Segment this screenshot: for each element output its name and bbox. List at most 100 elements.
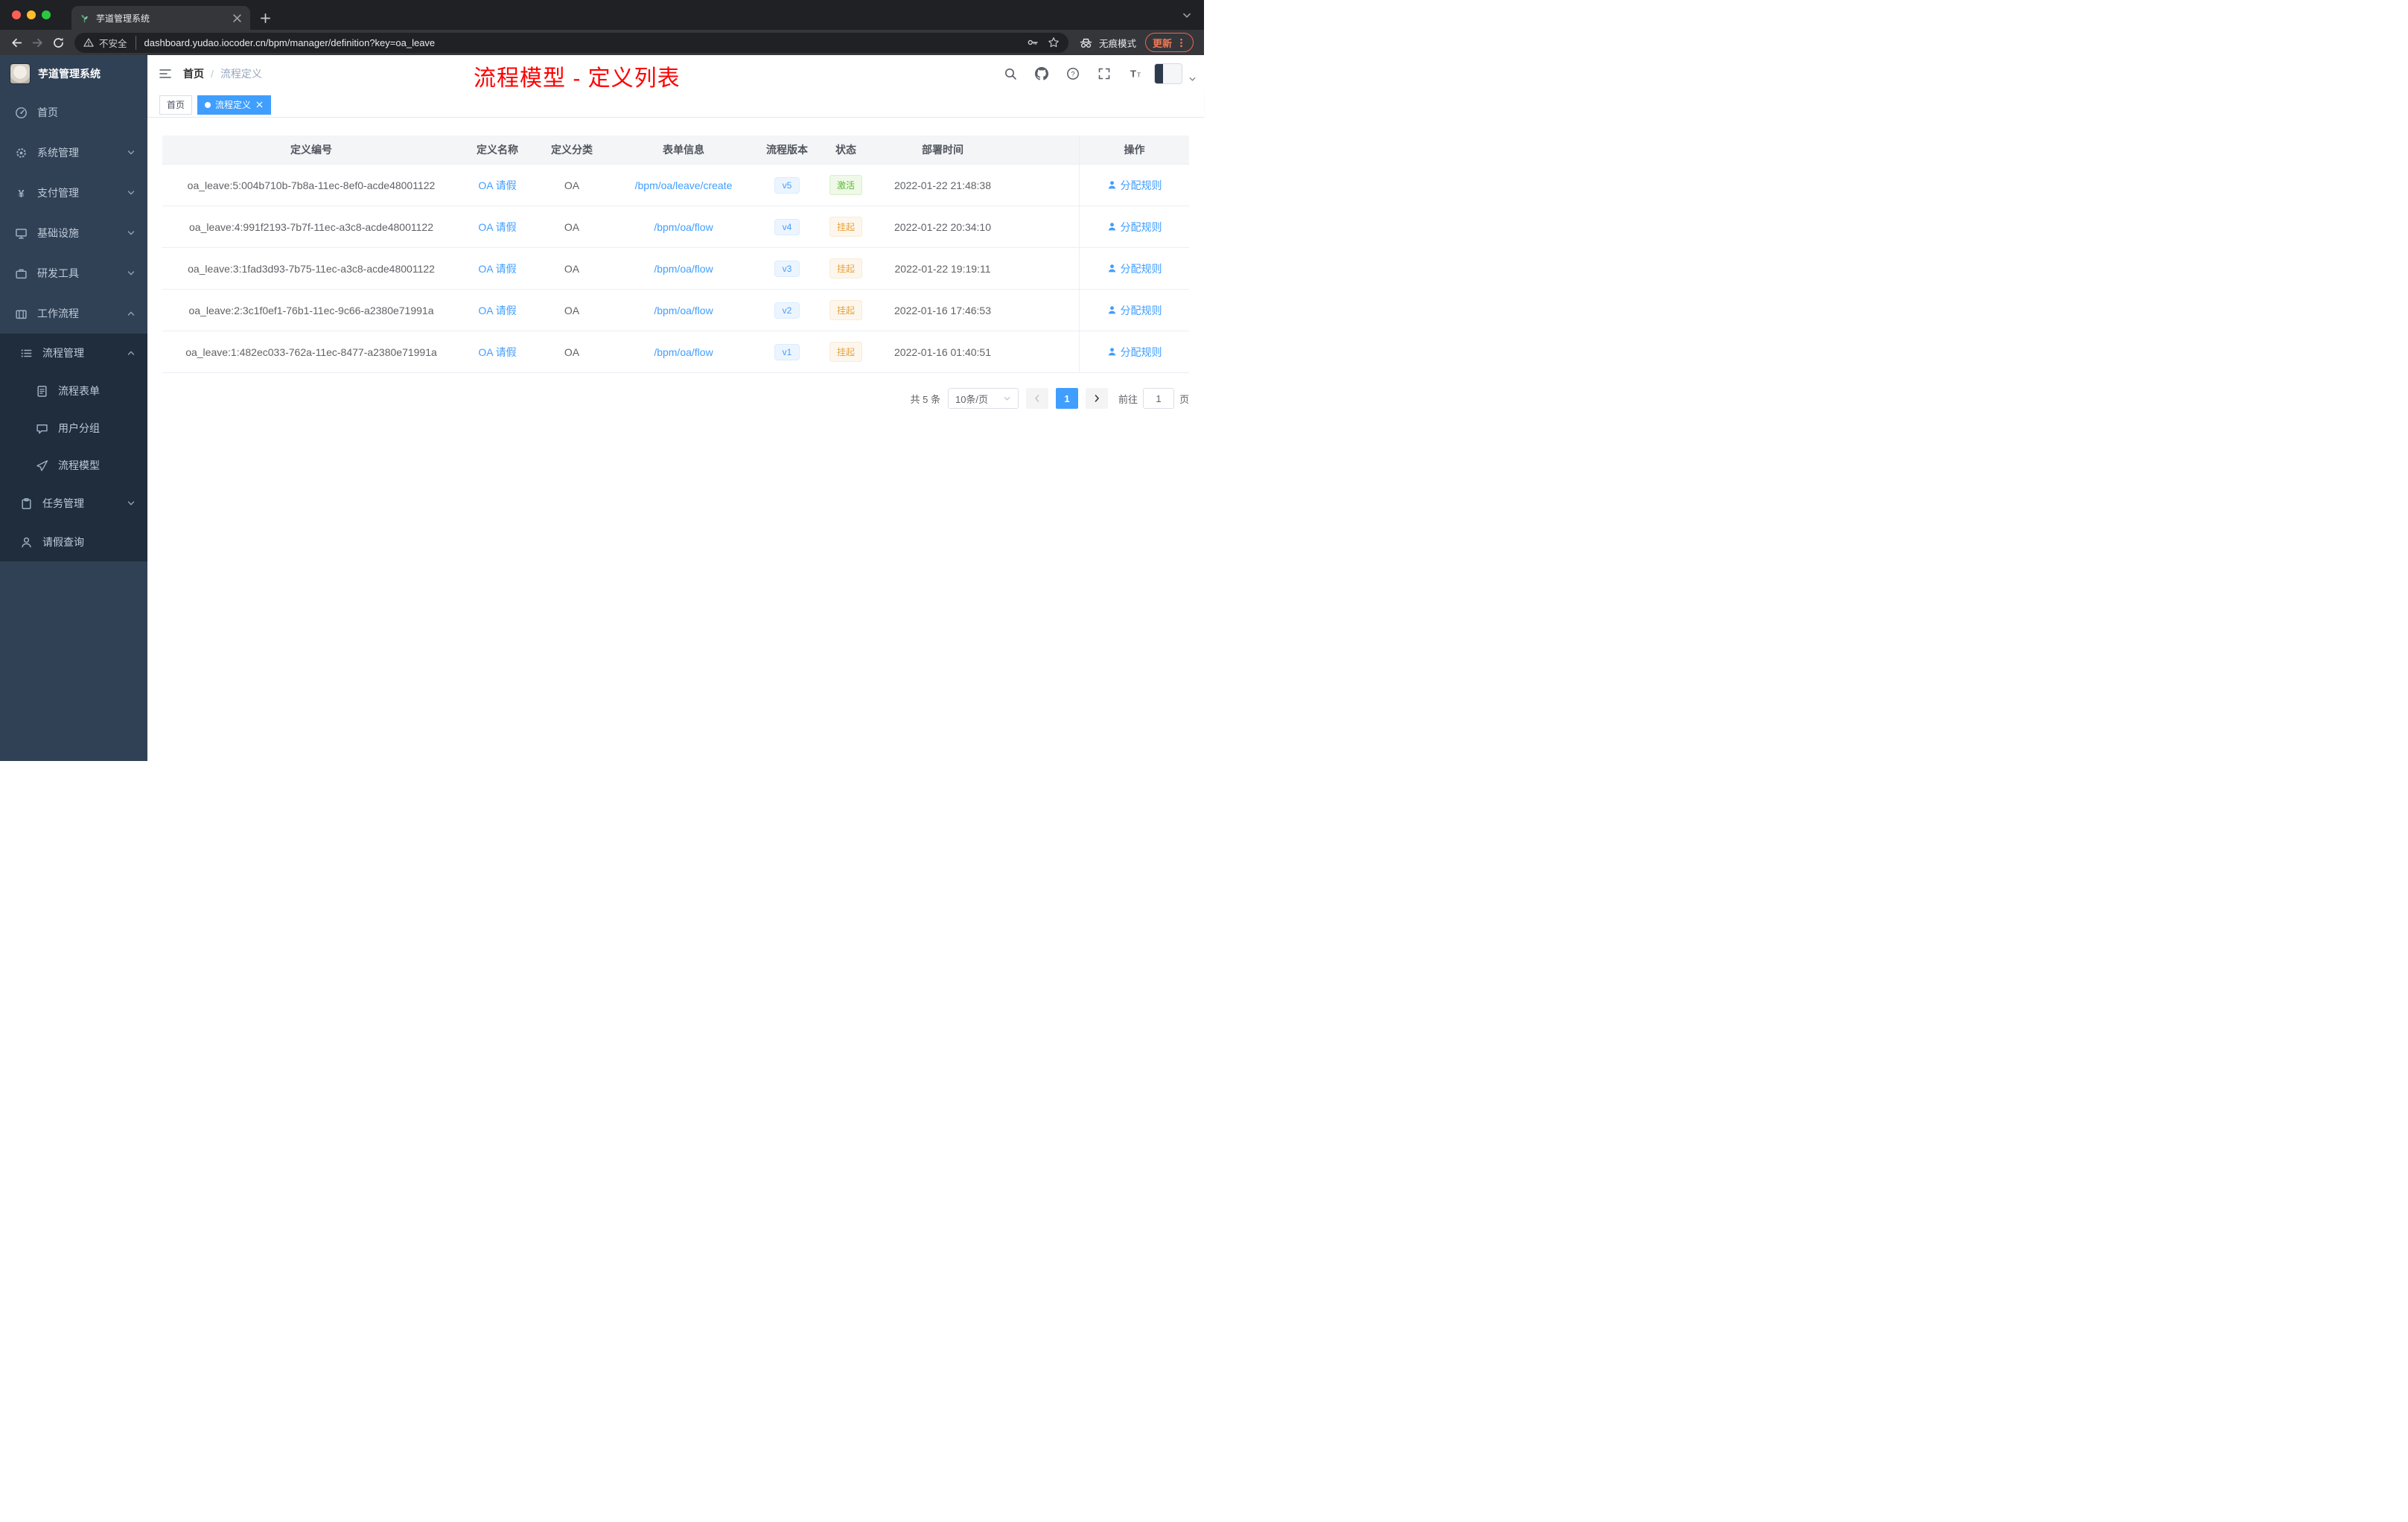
- chevron-down-icon: [127, 188, 136, 197]
- assign-rule-label: 分配规则: [1120, 304, 1162, 316]
- key-icon[interactable]: [1027, 36, 1039, 48]
- sidebar-item-home[interactable]: 首页: [0, 92, 147, 133]
- sidebar-item-infra[interactable]: 基础设施: [0, 213, 147, 253]
- assign-rule-button[interactable]: 分配规则: [1107, 345, 1162, 360]
- form-info-link[interactable]: /bpm/oa/flow: [654, 305, 713, 316]
- user-icon: [1107, 180, 1117, 190]
- search-button[interactable]: [998, 61, 1023, 86]
- screen: 芋道管理系统 不安全 dashboard.yudao.iocoder.cn/bp…: [0, 0, 1204, 761]
- definition-name-link[interactable]: OA 请假: [478, 303, 516, 318]
- sidebar-item-workflow[interactable]: 工作流程: [0, 293, 147, 334]
- form-info-link[interactable]: /bpm/oa/flow: [654, 221, 713, 233]
- zoom-window-button[interactable]: [42, 10, 51, 19]
- form-info-link[interactable]: /bpm/oa/leave/create: [635, 179, 733, 191]
- incognito-badge: 无痕模式: [1074, 36, 1145, 50]
- page-size-select[interactable]: 10条/页: [947, 388, 1019, 409]
- definition-name-link[interactable]: OA 请假: [478, 345, 516, 360]
- tab-search-chevron-icon[interactable]: [1182, 10, 1192, 21]
- address-bar[interactable]: 不安全 dashboard.yudao.iocoder.cn/bpm/manag…: [74, 32, 1068, 53]
- version-badge: v5: [774, 176, 800, 194]
- gear-icon: [15, 147, 28, 159]
- font-size-button[interactable]: TT: [1123, 61, 1148, 86]
- sidebar-item-devtools[interactable]: 研发工具: [0, 253, 147, 293]
- spacer-cell: [1010, 248, 1079, 289]
- minimize-window-button[interactable]: [27, 10, 36, 19]
- prev-page-button[interactable]: [1025, 388, 1048, 409]
- new-tab-button[interactable]: [256, 9, 274, 27]
- next-page-button[interactable]: [1085, 388, 1108, 409]
- github-button[interactable]: [1029, 61, 1054, 86]
- deployed_at-cell: 2022-01-16 17:46:53: [894, 304, 991, 316]
- name-cell: OA 请假: [460, 290, 535, 331]
- svg-text:?: ?: [1071, 70, 1074, 78]
- column-header-version: 流程版本: [766, 144, 808, 156]
- tag-item[interactable]: 首页: [159, 95, 193, 115]
- tab-close-icon[interactable]: [232, 13, 243, 24]
- breadcrumb-home[interactable]: 首页: [183, 66, 204, 81]
- sidebar-item-label: 工作流程: [37, 308, 79, 319]
- form-cell: /bpm/oa/flow: [609, 248, 758, 289]
- clipboard-icon: [20, 497, 33, 510]
- close-window-button[interactable]: [12, 10, 21, 19]
- browser-tab[interactable]: 芋道管理系统: [71, 6, 250, 30]
- chevron-down-icon: [127, 499, 136, 508]
- sidebar-item-label: 流程表单: [58, 385, 100, 397]
- form-info-link[interactable]: /bpm/oa/flow: [654, 346, 713, 358]
- paper-plane-icon: [36, 459, 48, 472]
- sidebar-item-label: 用户分组: [58, 422, 100, 434]
- sidebar-item-task-manage[interactable]: 任务管理: [0, 484, 147, 523]
- column-header-form: 表单信息: [663, 144, 704, 156]
- warning-icon: [83, 37, 94, 48]
- page-number-1[interactable]: 1: [1055, 388, 1078, 409]
- assign-rule-button[interactable]: 分配规则: [1107, 220, 1162, 235]
- help-button[interactable]: ?: [1060, 61, 1086, 86]
- fullscreen-button[interactable]: [1092, 61, 1117, 86]
- browser-menu-icon[interactable]: [1176, 38, 1186, 48]
- category-cell: OA: [564, 346, 580, 358]
- sidebar-item-leave-query[interactable]: 请假查询: [0, 523, 147, 561]
- back-button[interactable]: [6, 32, 27, 53]
- incognito-label: 无痕模式: [1098, 38, 1136, 49]
- bookmark-star-icon[interactable]: [1048, 36, 1060, 48]
- reload-button[interactable]: [48, 32, 69, 53]
- sidebar-item-process-model[interactable]: 流程模型: [0, 447, 147, 484]
- user-icon: [20, 536, 33, 549]
- yen-icon: ¥: [15, 187, 28, 199]
- sidebar-item-system[interactable]: 系统管理: [0, 133, 147, 173]
- tag-close-icon[interactable]: [255, 101, 264, 109]
- sidebar-item-user-group[interactable]: 用户分组: [0, 410, 147, 447]
- definition-name-link[interactable]: OA 请假: [478, 178, 516, 193]
- sidebar-item-label: 请假查询: [42, 536, 84, 548]
- sidebar-item-payment[interactable]: ¥ 支付管理: [0, 173, 147, 213]
- forward-button[interactable]: [27, 32, 48, 53]
- form-info-link[interactable]: /bpm/oa/flow: [654, 263, 713, 275]
- id-cell: oa_leave:4:991f2193-7b7f-11ec-a3c8-acde4…: [189, 220, 433, 233]
- assign-rule-button[interactable]: 分配规则: [1107, 178, 1162, 193]
- version-badge: v1: [774, 343, 800, 360]
- svg-text:¥: ¥: [19, 188, 25, 199]
- sidebar-item-process-manage[interactable]: 流程管理: [0, 334, 147, 372]
- suitcase-icon: [15, 308, 28, 320]
- name-cell: OA 请假: [460, 165, 535, 206]
- assign-rule-button[interactable]: 分配规则: [1107, 303, 1162, 318]
- update-label: 更新: [1152, 37, 1172, 49]
- user-icon: [1107, 347, 1117, 357]
- sidebar-item-label: 支付管理: [37, 187, 79, 199]
- sidebar-toggle-button[interactable]: [147, 67, 183, 80]
- definition-name-link[interactable]: OA 请假: [478, 220, 516, 235]
- assign-rule-label: 分配规则: [1120, 346, 1162, 358]
- goto-page-input[interactable]: [1142, 388, 1174, 409]
- table-row: oa_leave:2:3c1f0ef1-76b1-11ec-9c66-a2380…: [162, 290, 1189, 331]
- column-header-spacer: [1010, 136, 1079, 164]
- security-chip[interactable]: 不安全: [83, 35, 136, 50]
- avatar-caret-icon[interactable]: [1188, 75, 1197, 83]
- tag-active[interactable]: 流程定义: [197, 95, 272, 115]
- update-button[interactable]: 更新: [1144, 33, 1194, 52]
- user-avatar[interactable]: [1154, 63, 1182, 84]
- column-header-id: 定义编号: [290, 144, 332, 156]
- assign-rule-button[interactable]: 分配规则: [1107, 261, 1162, 276]
- sidebar-item-process-form[interactable]: 流程表单: [0, 372, 147, 410]
- sidebar-item-label: 首页: [37, 106, 58, 118]
- user-icon: [1107, 222, 1117, 232]
- definition-name-link[interactable]: OA 请假: [478, 261, 516, 276]
